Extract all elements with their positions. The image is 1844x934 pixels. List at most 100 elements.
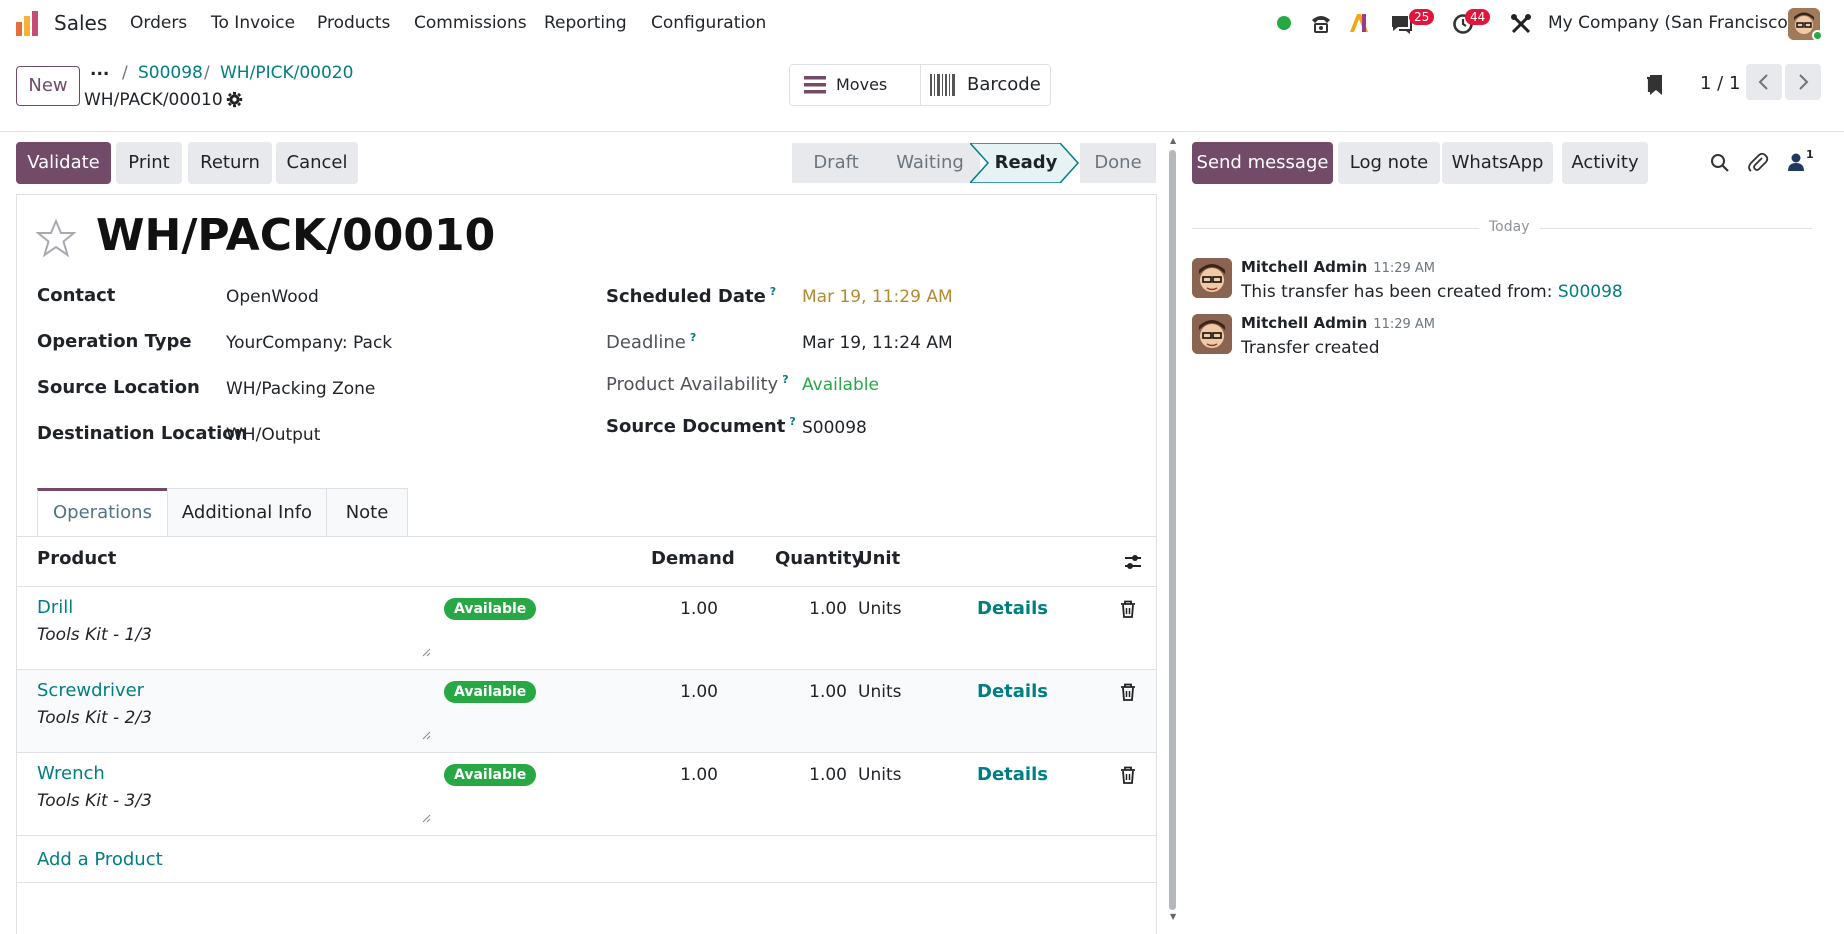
cancel-button[interactable]: Cancel <box>276 142 358 184</box>
product-name[interactable]: Drill <box>37 597 73 618</box>
contact-label: Contact <box>37 285 116 306</box>
app-name[interactable]: Sales <box>54 11 107 35</box>
product-description[interactable]: Tools Kit - 3/3 <box>37 791 152 811</box>
breadcrumb-separator: / <box>204 63 210 83</box>
resize-handle-icon[interactable] <box>421 725 431 745</box>
new-button[interactable]: New <box>16 66 80 106</box>
scheduled-date-field[interactable]: Mar 19, 11:29 AM <box>802 287 953 307</box>
activity-button[interactable]: Activity <box>1562 142 1648 184</box>
contact-field[interactable]: OpenWood <box>226 287 319 307</box>
menu-configuration[interactable]: Configuration <box>651 13 766 33</box>
table-row[interactable]: Wrench Tools Kit - 3/3 Available 1.00 1.… <box>17 752 1156 835</box>
control-panel: New ... / S00098 / WH/PICK/00020 WH/PACK… <box>0 48 1844 132</box>
source-document-field[interactable]: S00098 <box>802 418 867 438</box>
status-badge: Available <box>444 598 537 620</box>
whatsapp-button[interactable]: WhatsApp <box>1442 142 1553 184</box>
source-location-field[interactable]: WH/Packing Zone <box>226 379 375 399</box>
star-icon[interactable] <box>35 218 77 263</box>
details-button[interactable]: Details <box>977 764 1048 785</box>
bookmark-icon[interactable] <box>1645 72 1665 101</box>
details-button[interactable]: Details <box>977 681 1048 702</box>
phone-icon[interactable] <box>1310 12 1332 39</box>
column-product[interactable]: Product <box>37 548 116 569</box>
menu-orders[interactable]: Orders <box>130 13 187 33</box>
user-online-dot <box>1812 30 1823 41</box>
print-button[interactable]: Print <box>116 142 182 184</box>
deadline-field[interactable]: Mar 19, 11:24 AM <box>802 333 953 353</box>
gear-icon[interactable] <box>226 91 243 113</box>
operation-type-field[interactable]: YourCompany: Pack <box>226 333 392 353</box>
column-unit[interactable]: Unit <box>858 548 900 569</box>
top-navbar: Sales Orders To Invoice Products Commiss… <box>0 0 1844 48</box>
breadcrumb-more[interactable]: ... <box>90 60 109 80</box>
breadcrumb-separator: / <box>122 63 128 83</box>
breadcrumb-sale-order[interactable]: S00098 <box>138 63 203 83</box>
list-icon <box>804 74 826 101</box>
trash-icon[interactable] <box>1120 766 1136 789</box>
product-description[interactable]: Tools Kit - 2/3 <box>37 708 152 728</box>
stage-draft[interactable]: Draft <box>792 143 880 183</box>
followers-count: 1 <box>1806 148 1814 161</box>
trash-icon[interactable] <box>1120 600 1136 623</box>
pager-previous[interactable] <box>1746 64 1782 100</box>
stage-waiting[interactable]: Waiting <box>880 143 980 183</box>
resize-handle-icon[interactable] <box>421 808 431 828</box>
tab-note[interactable]: Note <box>326 488 408 536</box>
message-link[interactable]: S00098 <box>1558 282 1623 302</box>
breadcrumb-current: WH/PACK/00010 <box>84 90 223 110</box>
barcode-button[interactable]: Barcode <box>921 65 1051 105</box>
breadcrumb-picking[interactable]: WH/PICK/00020 <box>220 63 353 83</box>
sales-app-icon[interactable] <box>14 10 42 43</box>
avatar[interactable] <box>1192 258 1232 298</box>
destination-location-label: Destination Location <box>37 423 248 444</box>
pager-value[interactable]: 1 / 1 <box>1700 73 1740 94</box>
pager-next[interactable] <box>1785 64 1821 100</box>
tab-additional-info[interactable]: Additional Info <box>167 488 327 536</box>
validate-button[interactable]: Validate <box>16 142 111 184</box>
add-product-link[interactable]: Add a Product <box>37 849 163 870</box>
unit-value: Units <box>858 682 902 702</box>
stage-done[interactable]: Done <box>1080 143 1156 183</box>
resize-handle-icon[interactable] <box>421 642 431 662</box>
moves-button[interactable]: Moves <box>790 65 920 105</box>
trash-icon[interactable] <box>1120 683 1136 706</box>
debug-tools-icon[interactable] <box>1510 13 1532 40</box>
search-icon[interactable] <box>1710 153 1730 178</box>
product-name[interactable]: Wrench <box>37 763 105 784</box>
followers-icon[interactable] <box>1787 152 1805 177</box>
table-row[interactable]: Drill Tools Kit - 1/3 Available 1.00 1.0… <box>17 586 1156 669</box>
column-demand[interactable]: Demand <box>651 548 735 569</box>
paperclip-icon[interactable] <box>1747 152 1769 179</box>
product-name[interactable]: Screwdriver <box>37 680 144 701</box>
return-button[interactable]: Return <box>188 142 272 184</box>
menu-reporting[interactable]: Reporting <box>544 13 627 33</box>
stage-ready[interactable]: Ready <box>988 143 1064 183</box>
column-quantity[interactable]: Quantity <box>775 548 863 569</box>
unit-value: Units <box>858 765 902 785</box>
tab-operations[interactable]: Operations <box>37 488 168 536</box>
barcode-icon <box>930 74 956 101</box>
table-row[interactable]: Screwdriver Tools Kit - 2/3 Available 1.… <box>17 669 1156 752</box>
ai-icon[interactable] <box>1348 12 1370 39</box>
message-author: Mitchell Admin 11:29 AM <box>1241 258 1436 276</box>
form-scrollbar[interactable]: ▲ ▼ <box>1166 136 1178 927</box>
company-switcher[interactable]: My Company (San Francisco) <box>1548 13 1794 33</box>
destination-location-field[interactable]: WH/Output <box>226 425 320 445</box>
quantity-value[interactable]: 1.00 <box>767 765 847 785</box>
messages-badge: 25 <box>1409 9 1435 25</box>
quantity-value[interactable]: 1.00 <box>767 682 847 702</box>
log-note-button[interactable]: Log note <box>1338 142 1440 184</box>
product-availability-label: Product Availability? <box>606 373 789 395</box>
message-author: Mitchell Admin 11:29 AM <box>1241 314 1436 332</box>
menu-commissions[interactable]: Commissions <box>414 13 527 33</box>
details-button[interactable]: Details <box>977 598 1048 619</box>
menu-to-invoice[interactable]: To Invoice <box>211 13 295 33</box>
quantity-value[interactable]: 1.00 <box>767 599 847 619</box>
menu-products[interactable]: Products <box>317 13 390 33</box>
record-title: WH/PACK/00010 <box>96 210 496 261</box>
send-message-button[interactable]: Send message <box>1192 142 1333 184</box>
avatar[interactable] <box>1192 314 1232 354</box>
product-description[interactable]: Tools Kit - 1/3 <box>37 625 152 645</box>
optional-columns-icon[interactable] <box>1124 553 1142 576</box>
moves-label: Moves <box>836 75 888 94</box>
